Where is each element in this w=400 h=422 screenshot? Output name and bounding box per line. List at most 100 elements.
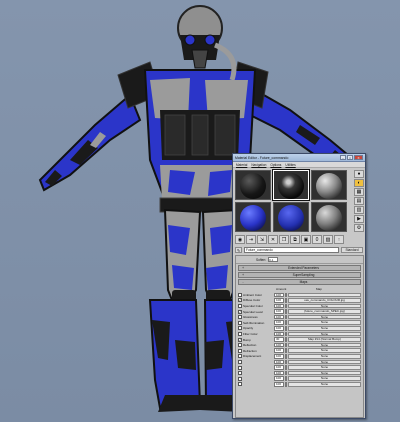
minimize-button[interactable]: – <box>340 155 346 160</box>
map-slot-button[interactable] <box>288 292 361 298</box>
map-enable-checkbox[interactable] <box>238 320 242 325</box>
map-amount-input[interactable]: 100 <box>274 376 284 381</box>
map-slot-button[interactable]: None <box>288 354 361 359</box>
map-enable-checkbox[interactable]: ✓ <box>238 309 242 314</box>
soften-input[interactable]: 0.1 <box>268 257 279 262</box>
map-slot-button[interactable]: None <box>288 348 361 354</box>
assign-to-selection-icon[interactable]: ⇲ <box>257 235 267 244</box>
options-icon[interactable]: ⚙ <box>354 224 364 232</box>
map-slot-button[interactable]: None <box>288 359 361 365</box>
map-amount-input[interactable]: 100 <box>274 314 284 320</box>
map-amount-spinner[interactable] <box>285 342 287 348</box>
map-amount-spinner[interactable] <box>285 359 287 365</box>
map-slot-button[interactable]: (future_commando_SPEC.jpg) <box>288 309 361 314</box>
map-amount-spinner[interactable] <box>285 292 287 298</box>
rollout-extended-parameters[interactable]: + Extended Parameters <box>238 265 361 271</box>
map-amount-spinner[interactable] <box>285 303 287 309</box>
reset-map-icon[interactable]: ✕ <box>268 235 278 244</box>
map-slot-button[interactable]: None <box>288 331 361 337</box>
map-amount-spinner[interactable] <box>285 370 287 376</box>
map-enable-checkbox[interactable] <box>238 354 242 359</box>
map-slot-button[interactable]: None <box>288 365 361 370</box>
menu-utilities[interactable]: Utilities <box>285 163 295 167</box>
map-enable-checkbox[interactable] <box>238 343 242 348</box>
map-amount-input[interactable]: 100 <box>274 298 284 303</box>
map-amount-spinner[interactable] <box>285 376 287 381</box>
map-enable-checkbox[interactable] <box>238 359 242 364</box>
sample-slot[interactable] <box>235 170 271 200</box>
menu-material[interactable]: Material <box>236 163 247 167</box>
3d-viewport[interactable]: Material Editor - Future_commando – □ ✕ … <box>0 0 400 422</box>
map-slot-button[interactable]: None <box>288 314 361 320</box>
map-enable-checkbox[interactable] <box>238 371 242 376</box>
map-enable-checkbox[interactable] <box>238 376 242 381</box>
map-slot-button[interactable]: None <box>288 376 361 381</box>
sample-slot[interactable] <box>311 170 347 200</box>
map-amount-spinner[interactable] <box>285 320 287 326</box>
map-enable-checkbox[interactable] <box>238 331 242 336</box>
show-map-in-viewport-icon[interactable]: ▨ <box>323 235 333 244</box>
material-effects-channel-icon[interactable]: 0 <box>312 235 322 244</box>
map-enable-checkbox[interactable]: ✓ <box>238 337 242 342</box>
map-slot-button[interactable]: None <box>288 382 361 387</box>
menu-options[interactable]: Options <box>270 163 281 167</box>
make-preview-icon[interactable]: ▶ <box>354 215 364 223</box>
map-amount-spinner[interactable] <box>285 314 287 320</box>
sample-slot[interactable] <box>311 202 347 232</box>
map-amount-input[interactable]: 100 <box>274 331 284 337</box>
material-type-button[interactable]: Standard <box>341 246 363 253</box>
put-to-library-icon[interactable]: ▣ <box>301 235 311 244</box>
map-amount-spinner[interactable] <box>285 326 287 331</box>
sample-slot-active[interactable] <box>272 169 310 201</box>
map-amount-input[interactable]: 30 <box>274 337 284 342</box>
map-amount-input[interactable]: 100 <box>274 365 284 370</box>
get-material-icon[interactable]: ◉ <box>235 235 245 244</box>
rollout-supersampling[interactable]: + SuperSampling <box>238 272 361 278</box>
copy-material-icon[interactable]: ❐ <box>279 235 289 244</box>
map-slot-button[interactable]: uav_commando_COLOUR.jpg <box>288 298 361 303</box>
material-editor-titlebar[interactable]: Material Editor - Future_commando – □ ✕ <box>233 154 365 162</box>
map-amount-spinner[interactable] <box>285 382 287 387</box>
map-amount-input[interactable]: 100 <box>274 382 284 387</box>
material-editor-window[interactable]: Material Editor - Future_commando – □ ✕ … <box>232 153 366 419</box>
map-enable-checkbox[interactable] <box>238 348 242 353</box>
map-amount-spinner[interactable] <box>285 354 287 359</box>
map-slot-button[interactable]: None <box>288 370 361 376</box>
map-amount-input[interactable]: 100 <box>274 320 284 326</box>
close-button[interactable]: ✕ <box>354 155 363 160</box>
map-amount-input[interactable]: 100 <box>274 354 284 359</box>
video-color-check-icon[interactable]: ▥ <box>354 206 364 214</box>
rollout-maps[interactable]: - Maps <box>238 279 361 285</box>
map-slot-button[interactable]: None <box>288 342 361 348</box>
map-enable-checkbox[interactable]: ✓ <box>238 298 242 303</box>
uv-tiling-icon[interactable]: ▤ <box>354 197 364 205</box>
make-unique-icon[interactable]: ⧉ <box>290 235 300 244</box>
backlight-icon[interactable]: ◐ <box>354 179 364 187</box>
map-slot-button[interactable]: None <box>288 303 361 309</box>
map-enable-checkbox[interactable] <box>238 382 242 387</box>
map-amount-input[interactable]: 100 <box>274 326 284 331</box>
map-amount-spinner[interactable] <box>285 298 287 303</box>
map-enable-checkbox[interactable] <box>238 292 242 297</box>
map-amount-spinner[interactable] <box>285 337 287 342</box>
map-slot-button[interactable]: Map #14 (Normal Bump) <box>288 337 361 342</box>
eyedropper-icon[interactable]: ✎ <box>235 246 242 253</box>
sample-type-icon[interactable]: ● <box>354 170 364 178</box>
menu-navigation[interactable]: Navigation <box>251 163 266 167</box>
map-slot-button[interactable]: None <box>288 320 361 326</box>
map-slot-button[interactable]: None <box>288 326 361 331</box>
background-icon[interactable]: ▦ <box>354 188 364 196</box>
map-amount-spinner[interactable] <box>285 365 287 370</box>
map-amount-spinner[interactable] <box>285 309 287 314</box>
maximize-button[interactable]: □ <box>347 155 353 160</box>
map-enable-checkbox[interactable] <box>238 326 242 331</box>
go-to-parent-icon[interactable]: ↑ <box>334 235 344 244</box>
map-amount-input[interactable]: 100 <box>274 342 284 348</box>
map-enable-checkbox[interactable] <box>238 365 242 370</box>
map-enable-checkbox[interactable] <box>238 303 242 308</box>
sample-slot[interactable] <box>273 202 309 232</box>
map-enable-checkbox[interactable] <box>238 315 242 320</box>
map-amount-input[interactable]: 100 <box>274 303 284 309</box>
material-name-field[interactable]: Future_commando <box>244 246 339 253</box>
map-amount-spinner[interactable] <box>285 331 287 337</box>
